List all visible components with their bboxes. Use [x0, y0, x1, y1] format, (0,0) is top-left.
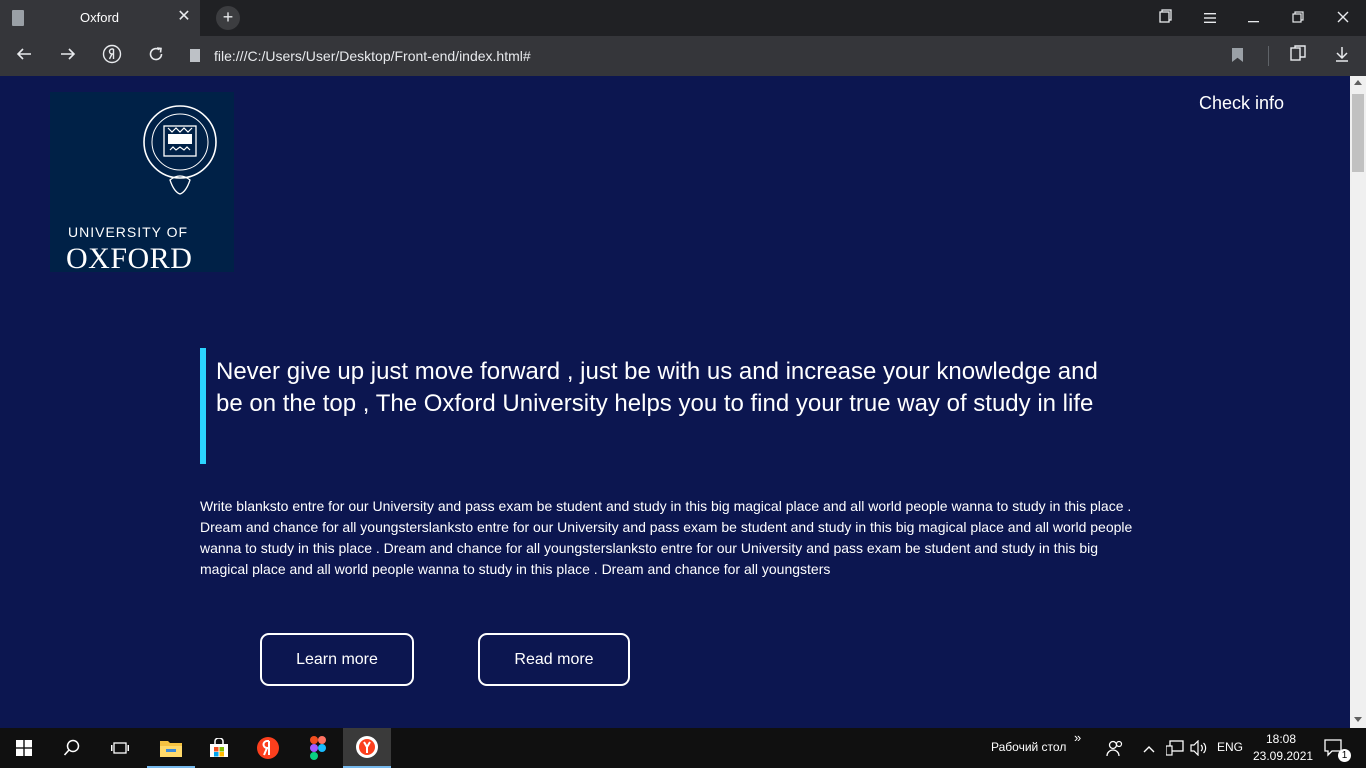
- tabs-menu-icon[interactable]: [1156, 8, 1176, 28]
- logo-line-1: UNIVERSITY OF: [68, 224, 189, 240]
- browser-tab-strip: Oxford ✕ +: [0, 0, 1366, 36]
- figma-icon[interactable]: [294, 728, 342, 768]
- reload-icon[interactable]: [144, 44, 168, 68]
- headline-text: Never give up just move forward , just b…: [216, 358, 1098, 417]
- vertical-scrollbar[interactable]: [1350, 76, 1366, 728]
- windows-start-icon[interactable]: [0, 728, 48, 768]
- network-icon[interactable]: [1165, 740, 1184, 759]
- minimize-icon[interactable]: [1244, 8, 1264, 28]
- page-icon: [12, 10, 24, 26]
- language-indicator[interactable]: ENG: [1217, 740, 1243, 754]
- people-icon[interactable]: [1106, 739, 1124, 760]
- oxford-logo[interactable]: UNIVERSITY OF OXFORD: [50, 92, 234, 275]
- oxford-crest-icon: [143, 105, 217, 195]
- desktop-toolbar-label[interactable]: Рабочий стол: [991, 740, 1066, 754]
- file-icon: [190, 49, 200, 62]
- browser-tab[interactable]: Oxford ✕: [0, 0, 200, 36]
- logo-line-2: OXFORD: [66, 242, 193, 275]
- back-arrow-icon[interactable]: [12, 44, 36, 68]
- chevron-right-icon[interactable]: »: [1074, 730, 1081, 745]
- restore-icon[interactable]: [1288, 8, 1308, 28]
- body-paragraph: Write blanksto entre for our University …: [200, 498, 1133, 577]
- notification-badge: 1: [1338, 749, 1351, 762]
- search-icon[interactable]: [48, 728, 96, 768]
- windows-taskbar: Рабочий стол » ENG 18:08 23.09.2021 1: [0, 728, 1366, 768]
- address-bar[interactable]: file:///C:/Users/User/Desktop/Front-end/…: [184, 41, 1274, 71]
- chevron-up-icon[interactable]: [1143, 741, 1155, 756]
- check-info-link[interactable]: Check info: [1199, 93, 1284, 114]
- window-close-icon[interactable]: [1333, 8, 1353, 28]
- store-icon[interactable]: [195, 728, 243, 768]
- toolbar-divider: [1268, 46, 1269, 66]
- download-icon[interactable]: [1330, 44, 1354, 68]
- scroll-up-arrow-icon[interactable]: [1354, 80, 1362, 85]
- browser-toolbar: file:///C:/Users/User/Desktop/Front-end/…: [0, 36, 1366, 76]
- learn-more-button[interactable]: Learn more: [260, 633, 414, 686]
- close-icon[interactable]: ✕: [176, 8, 192, 26]
- clock-date[interactable]: 23.09.2021: [1253, 749, 1313, 763]
- tab-title: Oxford: [80, 10, 120, 25]
- read-more-button[interactable]: Read more: [478, 633, 630, 686]
- yandex-icon[interactable]: [100, 44, 124, 68]
- clock-time[interactable]: 18:08: [1266, 732, 1296, 746]
- page-viewport: UNIVERSITY OF OXFORD Check info Never gi…: [0, 76, 1350, 728]
- scroll-down-arrow-icon[interactable]: [1354, 717, 1362, 722]
- task-view-icon[interactable]: [96, 728, 144, 768]
- volume-icon[interactable]: [1190, 739, 1208, 759]
- hamburger-menu-icon[interactable]: [1200, 8, 1220, 28]
- forward-arrow-icon[interactable]: [56, 44, 80, 68]
- scrollbar-thumb[interactable]: [1352, 94, 1364, 172]
- collections-icon[interactable]: [1286, 44, 1310, 68]
- yandex-app-icon[interactable]: [244, 728, 292, 768]
- yandex-browser-icon[interactable]: [343, 728, 391, 768]
- url-text[interactable]: file:///C:/Users/User/Desktop/Front-end/…: [214, 48, 531, 64]
- file-explorer-icon[interactable]: [147, 728, 195, 768]
- headline-quote: Never give up just move forward , just b…: [200, 348, 1140, 464]
- new-tab-button[interactable]: +: [216, 6, 240, 30]
